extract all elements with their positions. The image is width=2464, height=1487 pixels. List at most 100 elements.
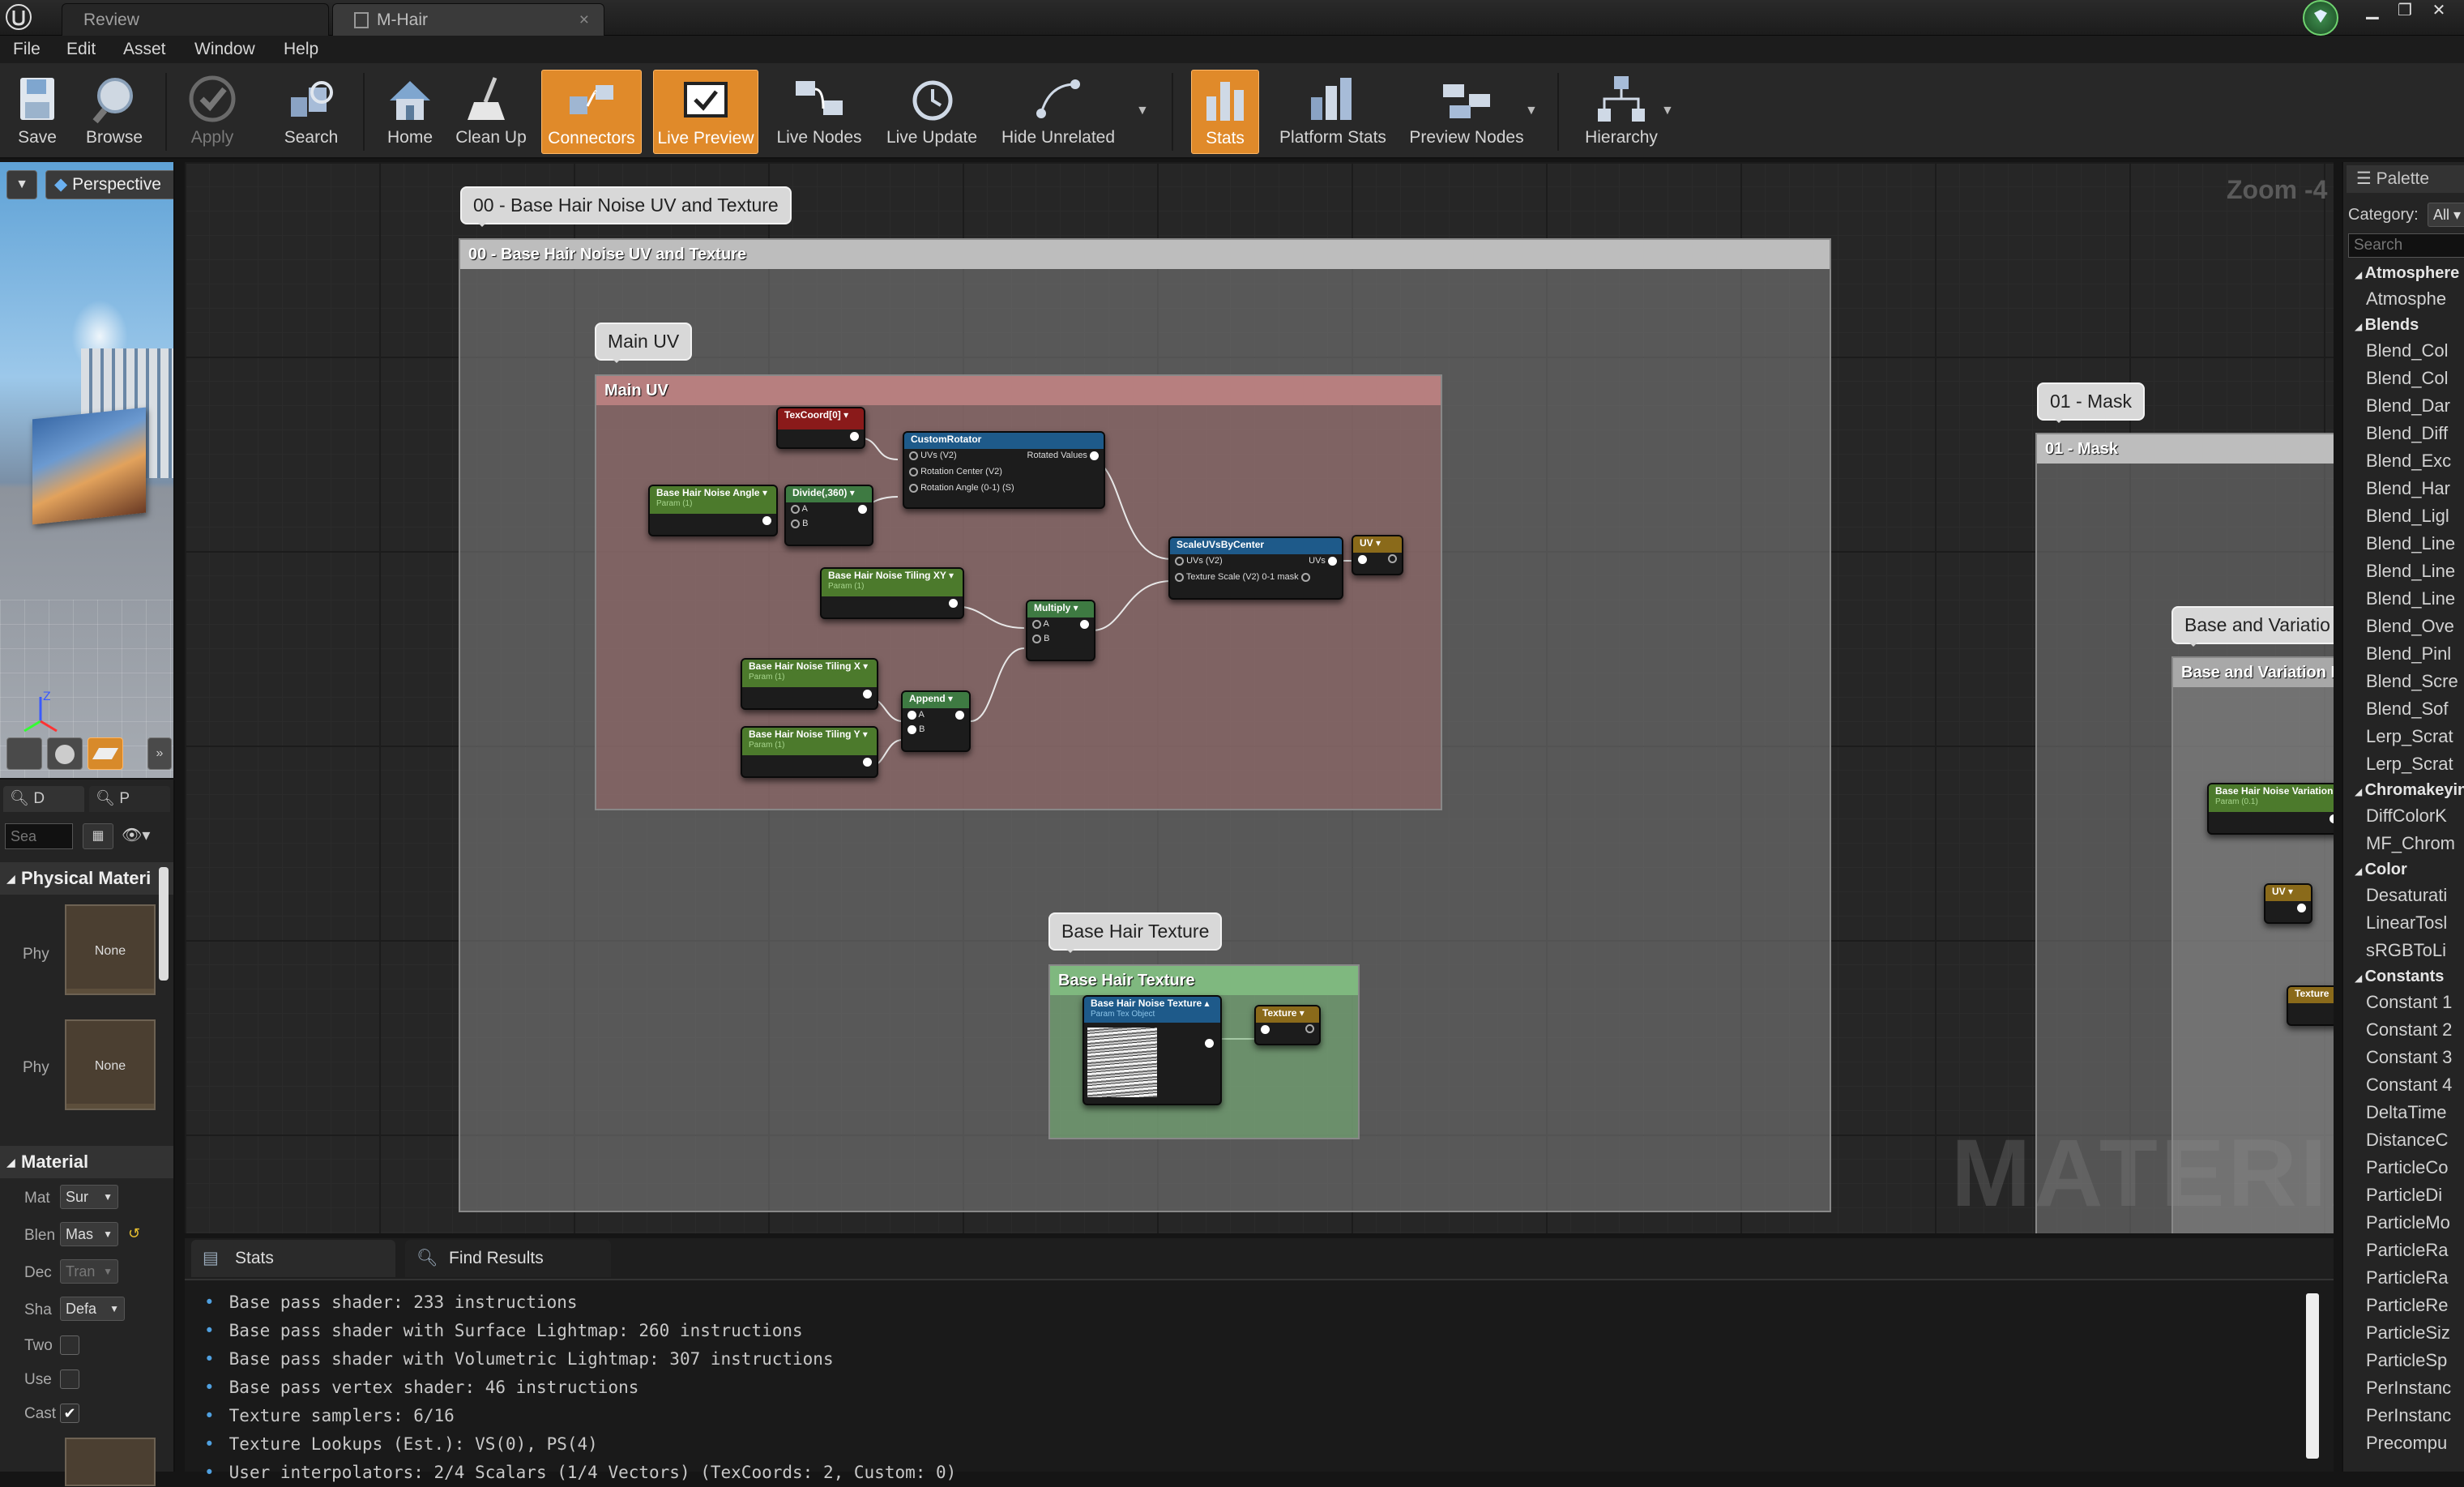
input-pin-b[interactable]: [907, 724, 916, 734]
live-nodes-button[interactable]: Live Nodes: [770, 70, 869, 154]
input-pin[interactable]: [1261, 1024, 1270, 1034]
node-base-hair-noise-tiling-y[interactable]: Base Hair Noise Tiling Y ▾ Param (1): [741, 726, 878, 778]
palette-item[interactable]: Constant 2: [2343, 1016, 2464, 1044]
palette-item[interactable]: ParticleCo: [2343, 1154, 2464, 1181]
palette-item[interactable]: Desaturati: [2343, 882, 2464, 909]
output-pin[interactable]: [1300, 572, 1310, 582]
output-pin[interactable]: [863, 689, 872, 699]
viewport-expand-button[interactable]: »: [147, 737, 172, 770]
decal-blend-combo[interactable]: Tran ▼: [60, 1259, 118, 1284]
node-divide[interactable]: Divide(,360) ▾ A B: [784, 485, 873, 546]
node-texcoord[interactable]: TexCoord[0] ▾: [776, 407, 865, 449]
palette-item[interactable]: Blend_Line: [2343, 530, 2464, 558]
output-pin[interactable]: [955, 710, 964, 720]
input-pin-a[interactable]: [791, 504, 800, 514]
input-pin-b[interactable]: [791, 519, 800, 528]
palette-item[interactable]: Blend_Scre: [2343, 668, 2464, 695]
node-base-hair-noise-variation[interactable]: Base Hair Noise Variation C Param (0.1): [2207, 783, 2334, 835]
palette-item[interactable]: Blend_Ove: [2343, 613, 2464, 640]
palette-category[interactable]: ◢ Color: [2343, 857, 2464, 882]
material-thumbnail[interactable]: [65, 1438, 156, 1486]
stats-tab[interactable]: ▤ Stats: [191, 1240, 395, 1277]
palette-item[interactable]: DiffColorK: [2343, 802, 2464, 830]
menu-edit[interactable]: Edit: [66, 36, 96, 63]
save-button[interactable]: Save: [5, 70, 70, 154]
palette-item[interactable]: Blend_Sof: [2343, 695, 2464, 723]
palette-item[interactable]: Blend_Dar: [2343, 392, 2464, 420]
node-base-hair-noise-tiling-x[interactable]: Base Hair Noise Tiling X ▾ Param (1): [741, 658, 878, 710]
comment-bubble-01-mask[interactable]: 01 - Mask: [2037, 382, 2145, 423]
apply-button[interactable]: Apply: [178, 70, 246, 154]
details-scrollbar[interactable]: [159, 867, 169, 981]
connectors-toggle[interactable]: Connectors: [541, 70, 642, 154]
node-uv[interactable]: UV ▾: [1352, 535, 1403, 575]
minimize-icon[interactable]: ▁: [2356, 2, 2389, 23]
grid-view-icon[interactable]: ▦: [83, 823, 113, 849]
reset-to-default-icon[interactable]: ↺: [128, 1225, 140, 1242]
node-append[interactable]: Append ▾ A B: [901, 690, 971, 752]
comment-bubble-base-hair-texture[interactable]: Base Hair Texture: [1048, 912, 1223, 953]
close-tab-icon[interactable]: ×: [579, 4, 589, 36]
output-pin[interactable]: [949, 598, 958, 608]
palette-item[interactable]: Lerp_Scrat: [2343, 750, 2464, 778]
hide-unrelated-dropdown-icon[interactable]: ▼: [1136, 104, 1149, 118]
tab-review[interactable]: Review: [62, 3, 329, 36]
palette-item[interactable]: ParticleRe: [2343, 1292, 2464, 1319]
details-search-input[interactable]: [5, 823, 73, 849]
output-pin[interactable]: [2297, 903, 2306, 912]
category-combo[interactable]: All ▾: [2428, 203, 2464, 227]
palette-category[interactable]: ◢ Constants: [2343, 964, 2464, 989]
palette-item[interactable]: Blend_Line: [2343, 558, 2464, 585]
input-pin-a[interactable]: [1032, 619, 1041, 629]
node-multiply[interactable]: Multiply ▾ A B: [1026, 600, 1095, 661]
palette-item[interactable]: ParticleSiz: [2343, 1319, 2464, 1347]
preview-shape-plane-button[interactable]: [88, 737, 123, 770]
palette-item[interactable]: ParticleRa: [2343, 1264, 2464, 1292]
material-preview-viewport[interactable]: ▼ ◆ Perspective Z »: [0, 162, 175, 778]
platform-stats-button[interactable]: Platform Stats: [1272, 70, 1394, 154]
preview-nodes-dropdown-icon[interactable]: ▼: [1525, 104, 1538, 118]
output-pin[interactable]: [2329, 814, 2334, 823]
hide-unrelated-button[interactable]: Hide Unrelated: [995, 70, 1121, 154]
node-texture[interactable]: Texture ▾: [1254, 1005, 1321, 1045]
input-pin[interactable]: [1358, 554, 1367, 564]
palette-item[interactable]: Constant 4: [2343, 1071, 2464, 1099]
hierarchy-button[interactable]: Hierarchy: [1577, 70, 1666, 154]
input-pin-b[interactable]: [1032, 634, 1041, 643]
output-pin[interactable]: [850, 431, 859, 441]
output-pin[interactable]: [858, 504, 867, 514]
palette-item[interactable]: DistanceC: [2343, 1126, 2464, 1154]
input-pin-a[interactable]: [907, 710, 916, 720]
menu-file[interactable]: File: [13, 36, 41, 63]
unreal-logo-icon[interactable]: [5, 3, 32, 31]
material-section[interactable]: ◢ Material: [0, 1146, 173, 1178]
palette-item[interactable]: Constant 1: [2343, 989, 2464, 1016]
palette-item[interactable]: PerInstanc: [2343, 1374, 2464, 1402]
palette-item[interactable]: Blend_Pinl: [2343, 640, 2464, 668]
node-custom-rotator[interactable]: CustomRotator UVs (V2) Rotated Values Rot…: [903, 431, 1105, 509]
output-pin[interactable]: [1205, 1039, 1214, 1048]
palette-item[interactable]: MF_Chrom: [2343, 830, 2464, 857]
viewport-options-dropdown[interactable]: ▼: [6, 170, 37, 199]
search-button[interactable]: Search: [274, 70, 348, 154]
output-pin[interactable]: [1305, 1024, 1314, 1033]
palette-item[interactable]: Blend_Col: [2343, 337, 2464, 365]
palette-item[interactable]: Atmosphe: [2343, 285, 2464, 313]
node-base-hair-noise-tiling-xy[interactable]: Base Hair Noise Tiling XY ▾ Param (1): [820, 567, 964, 619]
palette-item[interactable]: Blend_Diff: [2343, 420, 2464, 447]
details-tab-p[interactable]: 🔍︎ P: [89, 786, 170, 812]
phys-material-slot-2[interactable]: None: [65, 1019, 156, 1110]
output-pin[interactable]: [1388, 554, 1397, 563]
menu-asset[interactable]: Asset: [123, 36, 166, 63]
palette-category[interactable]: ◢ Atmosphere: [2343, 261, 2464, 285]
home-button[interactable]: Home: [378, 70, 442, 154]
output-pin[interactable]: [762, 515, 771, 525]
perspective-button[interactable]: ◆ Perspective: [45, 170, 173, 199]
node-scale-uvs-by-center[interactable]: ScaleUVsByCenter UVs (V2) UVs Texture Sca…: [1168, 536, 1343, 600]
shading-model-combo[interactable]: Defa ▼: [60, 1297, 125, 1321]
preview-shape-cylinder-button[interactable]: [6, 737, 42, 770]
material-domain-combo[interactable]: Sur ▼: [60, 1185, 118, 1209]
live-update-button[interactable]: Live Update: [878, 70, 985, 154]
palette-item[interactable]: sRGBToLi: [2343, 937, 2464, 964]
palette-item[interactable]: Blend_Exc: [2343, 447, 2464, 475]
